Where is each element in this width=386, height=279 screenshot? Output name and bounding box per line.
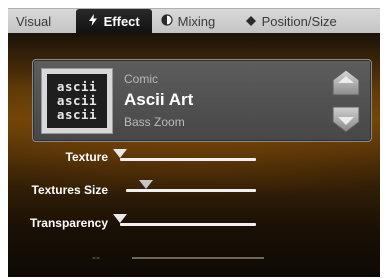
- hexagon-down-icon: [332, 106, 360, 133]
- effect-selector: ascii ascii ascii Comic Ascii Art Bass Z…: [32, 59, 372, 142]
- transparency-slider-track[interactable]: [120, 223, 256, 226]
- tab-mixing-label: Mixing: [177, 14, 216, 29]
- next-effect-button[interactable]: [331, 104, 361, 134]
- texture-label: Texture: [65, 150, 108, 164]
- diamond-icon: [244, 10, 258, 35]
- tab-visual[interactable]: Visual: [16, 9, 51, 34]
- effect-category: Comic: [124, 72, 159, 86]
- transparency-label: Transparency: [29, 216, 108, 230]
- tab-bar: Visual Effect Mixing Position/Size: [8, 8, 380, 34]
- previous-effect-button[interactable]: [331, 68, 361, 98]
- effect-name: Ascii Art: [124, 90, 194, 109]
- effect-variant: Bass Zoom: [124, 115, 185, 129]
- transparency-slider-handle[interactable]: [113, 214, 127, 223]
- texture-slider-handle[interactable]: [113, 149, 127, 158]
- tab-position-size[interactable]: Position/Size: [244, 9, 337, 34]
- textures-size-slider-track[interactable]: [126, 189, 256, 192]
- tab-visual-label: Visual: [16, 14, 52, 29]
- tab-effect-label: Effect: [103, 14, 140, 29]
- lightning-icon: [86, 10, 100, 35]
- hexagon-up-icon: [332, 69, 360, 96]
- texture-slider-track[interactable]: [120, 158, 256, 161]
- textures-size-slider-handle[interactable]: [138, 180, 153, 189]
- textures-size-label: Textures Size: [31, 183, 108, 197]
- tab-position-size-label: Position/Size: [261, 14, 337, 29]
- tab-mixing[interactable]: Mixing: [160, 9, 215, 34]
- tab-effect[interactable]: Effect: [76, 9, 152, 34]
- effect-thumbnail-text: ascii ascii ascii: [56, 79, 98, 122]
- disabled-parameter-label: --: [92, 250, 100, 264]
- effect-thumbnail[interactable]: ascii ascii ascii: [41, 68, 113, 134]
- disabled-parameter-slider: [132, 257, 264, 259]
- effect-panel: ascii ascii ascii Comic Ascii Art Bass Z…: [8, 33, 380, 277]
- half-circle-icon: [160, 10, 174, 35]
